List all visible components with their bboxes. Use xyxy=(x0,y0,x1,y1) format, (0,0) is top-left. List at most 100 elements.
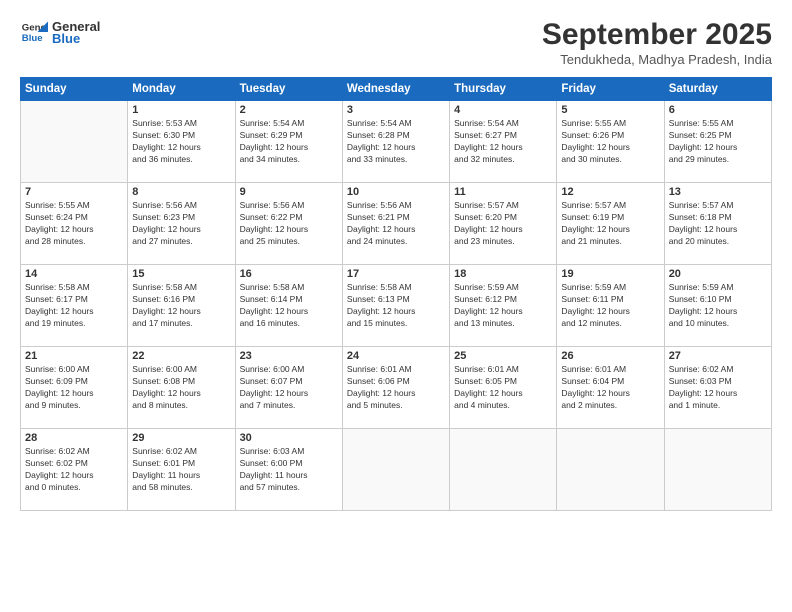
day-info: Sunrise: 5:59 AM Sunset: 6:11 PM Dayligh… xyxy=(561,282,659,330)
calendar-cell: 17Sunrise: 5:58 AM Sunset: 6:13 PM Dayli… xyxy=(342,265,449,347)
day-number: 7 xyxy=(25,186,123,198)
day-number: 18 xyxy=(454,268,552,280)
title-block: September 2025 Tendukheda, Madhya Prades… xyxy=(542,18,772,67)
day-number: 26 xyxy=(561,350,659,362)
day-info: Sunrise: 6:00 AM Sunset: 6:08 PM Dayligh… xyxy=(132,364,230,412)
calendar-cell: 15 Sunrise: 5:58 AM Sunset: 6:16 PM Dayli… xyxy=(128,265,235,347)
day-number: 12 xyxy=(561,186,659,198)
day-info: Sunrise: 5:54 AM Sunset: 6:28 PM Dayligh… xyxy=(347,118,445,166)
calendar-cell: 20 Sunrise: 5:59 AM Sunset: 6:10 PM Dayli… xyxy=(664,265,771,347)
day-info: Sunrise: 5:57 AM Sunset: 6:18 PM Dayligh… xyxy=(669,200,767,248)
day-info: Sunrise: 5:59 AM Sunset: 6:12 PM Dayligh… xyxy=(454,282,552,330)
day-number: 27 xyxy=(669,350,767,362)
calendar-cell: 19 Sunrise: 5:59 AM Sunset: 6:11 PM Dayli… xyxy=(557,265,664,347)
day-number: 28 xyxy=(25,432,123,444)
day-number: 6 xyxy=(669,104,767,116)
day-info: Sunrise: 5:59 AM Sunset: 6:10 PM Dayligh… xyxy=(669,282,767,330)
calendar-cell: 5 Sunrise: 5:55 AM Sunset: 6:26 PM Daylig… xyxy=(557,101,664,183)
calendar-cell xyxy=(342,429,449,511)
day-info: Sunrise: 5:53 AM Sunset: 6:30 PM Dayligh… xyxy=(132,118,230,166)
calendar-cell xyxy=(664,429,771,511)
week-row-1: 1Sunrise: 5:53 AM Sunset: 6:30 PM Daylig… xyxy=(21,101,772,183)
day-info: Sunrise: 5:55 AM Sunset: 6:26 PM Dayligh… xyxy=(561,118,659,166)
calendar-cell: 3 Sunrise: 5:54 AM Sunset: 6:28 PM Daylig… xyxy=(342,101,449,183)
day-number: 16 xyxy=(240,268,338,280)
calendar-cell: 24Sunrise: 6:01 AM Sunset: 6:06 PM Dayli… xyxy=(342,347,449,429)
week-row-4: 21 Sunrise: 6:00 AM Sunset: 6:09 PM Dayli… xyxy=(21,347,772,429)
day-number: 5 xyxy=(561,104,659,116)
day-number: 2 xyxy=(240,104,338,116)
week-row-2: 7Sunrise: 5:55 AM Sunset: 6:24 PM Daylig… xyxy=(21,183,772,265)
day-number: 10 xyxy=(347,186,445,198)
col-header-wednesday: Wednesday xyxy=(342,78,449,101)
day-number: 19 xyxy=(561,268,659,280)
logo-line2: Blue xyxy=(52,31,100,46)
calendar-cell: 29Sunrise: 6:02 AM Sunset: 6:01 PM Dayli… xyxy=(128,429,235,511)
month-title: September 2025 xyxy=(542,18,772,52)
calendar-body: 1Sunrise: 5:53 AM Sunset: 6:30 PM Daylig… xyxy=(21,101,772,511)
calendar-cell: 4 Sunrise: 5:54 AM Sunset: 6:27 PM Daylig… xyxy=(450,101,557,183)
calendar-cell: 22 Sunrise: 6:00 AM Sunset: 6:08 PM Dayli… xyxy=(128,347,235,429)
day-number: 23 xyxy=(240,350,338,362)
logo-icon: General Blue xyxy=(20,18,48,46)
calendar-cell: 8 Sunrise: 5:56 AM Sunset: 6:23 PM Daylig… xyxy=(128,183,235,265)
calendar-cell: 14Sunrise: 5:58 AM Sunset: 6:17 PM Dayli… xyxy=(21,265,128,347)
col-header-monday: Monday xyxy=(128,78,235,101)
day-number: 8 xyxy=(132,186,230,198)
col-header-sunday: Sunday xyxy=(21,78,128,101)
calendar-cell: 27 Sunrise: 6:02 AM Sunset: 6:03 PM Dayli… xyxy=(664,347,771,429)
calendar-cell: 30 Sunrise: 6:03 AM Sunset: 6:00 PM Dayli… xyxy=(235,429,342,511)
calendar-cell: 12 Sunrise: 5:57 AM Sunset: 6:19 PM Dayli… xyxy=(557,183,664,265)
day-info: Sunrise: 5:57 AM Sunset: 6:19 PM Dayligh… xyxy=(561,200,659,248)
calendar-cell: 2 Sunrise: 5:54 AM Sunset: 6:29 PM Daylig… xyxy=(235,101,342,183)
calendar-cell: 9 Sunrise: 5:56 AM Sunset: 6:22 PM Daylig… xyxy=(235,183,342,265)
day-number: 29 xyxy=(132,432,230,444)
calendar-cell: 13 Sunrise: 5:57 AM Sunset: 6:18 PM Dayli… xyxy=(664,183,771,265)
day-info: Sunrise: 5:58 AM Sunset: 6:16 PM Dayligh… xyxy=(132,282,230,330)
day-number: 20 xyxy=(669,268,767,280)
calendar-cell: 18 Sunrise: 5:59 AM Sunset: 6:12 PM Dayli… xyxy=(450,265,557,347)
day-info: Sunrise: 6:02 AM Sunset: 6:02 PM Dayligh… xyxy=(25,446,123,494)
day-number: 15 xyxy=(132,268,230,280)
calendar-cell: 28 Sunrise: 6:02 AM Sunset: 6:02 PM Dayli… xyxy=(21,429,128,511)
week-row-3: 14Sunrise: 5:58 AM Sunset: 6:17 PM Dayli… xyxy=(21,265,772,347)
day-number: 11 xyxy=(454,186,552,198)
calendar-cell: 21 Sunrise: 6:00 AM Sunset: 6:09 PM Dayli… xyxy=(21,347,128,429)
day-number: 21 xyxy=(25,350,123,362)
day-info: Sunrise: 6:02 AM Sunset: 6:03 PM Dayligh… xyxy=(669,364,767,412)
header: General Blue General Blue September 2025… xyxy=(20,18,772,67)
day-number: 14 xyxy=(25,268,123,280)
day-info: Sunrise: 5:54 AM Sunset: 6:29 PM Dayligh… xyxy=(240,118,338,166)
day-info: Sunrise: 5:56 AM Sunset: 6:23 PM Dayligh… xyxy=(132,200,230,248)
calendar-cell: 6 Sunrise: 5:55 AM Sunset: 6:25 PM Daylig… xyxy=(664,101,771,183)
day-number: 22 xyxy=(132,350,230,362)
day-info: Sunrise: 5:58 AM Sunset: 6:13 PM Dayligh… xyxy=(347,282,445,330)
location: Tendukheda, Madhya Pradesh, India xyxy=(542,52,772,67)
day-number: 13 xyxy=(669,186,767,198)
day-number: 3 xyxy=(347,104,445,116)
day-info: Sunrise: 5:54 AM Sunset: 6:27 PM Dayligh… xyxy=(454,118,552,166)
day-number: 25 xyxy=(454,350,552,362)
day-info: Sunrise: 5:56 AM Sunset: 6:21 PM Dayligh… xyxy=(347,200,445,248)
day-info: Sunrise: 6:00 AM Sunset: 6:09 PM Dayligh… xyxy=(25,364,123,412)
day-info: Sunrise: 5:55 AM Sunset: 6:25 PM Dayligh… xyxy=(669,118,767,166)
day-number: 4 xyxy=(454,104,552,116)
col-header-thursday: Thursday xyxy=(450,78,557,101)
day-info: Sunrise: 5:57 AM Sunset: 6:20 PM Dayligh… xyxy=(454,200,552,248)
day-info: Sunrise: 5:58 AM Sunset: 6:14 PM Dayligh… xyxy=(240,282,338,330)
calendar-cell: 26 Sunrise: 6:01 AM Sunset: 6:04 PM Dayli… xyxy=(557,347,664,429)
day-info: Sunrise: 6:01 AM Sunset: 6:04 PM Dayligh… xyxy=(561,364,659,412)
calendar-cell: 7Sunrise: 5:55 AM Sunset: 6:24 PM Daylig… xyxy=(21,183,128,265)
day-number: 30 xyxy=(240,432,338,444)
calendar-table: SundayMondayTuesdayWednesdayThursdayFrid… xyxy=(20,77,772,511)
day-number: 24 xyxy=(347,350,445,362)
day-info: Sunrise: 6:03 AM Sunset: 6:00 PM Dayligh… xyxy=(240,446,338,494)
calendar-cell: 1Sunrise: 5:53 AM Sunset: 6:30 PM Daylig… xyxy=(128,101,235,183)
day-info: Sunrise: 6:01 AM Sunset: 6:05 PM Dayligh… xyxy=(454,364,552,412)
calendar-cell: 25 Sunrise: 6:01 AM Sunset: 6:05 PM Dayli… xyxy=(450,347,557,429)
svg-text:Blue: Blue xyxy=(22,33,43,44)
calendar-cell: 11 Sunrise: 5:57 AM Sunset: 6:20 PM Dayli… xyxy=(450,183,557,265)
day-info: Sunrise: 5:56 AM Sunset: 6:22 PM Dayligh… xyxy=(240,200,338,248)
calendar-cell xyxy=(21,101,128,183)
day-number: 9 xyxy=(240,186,338,198)
